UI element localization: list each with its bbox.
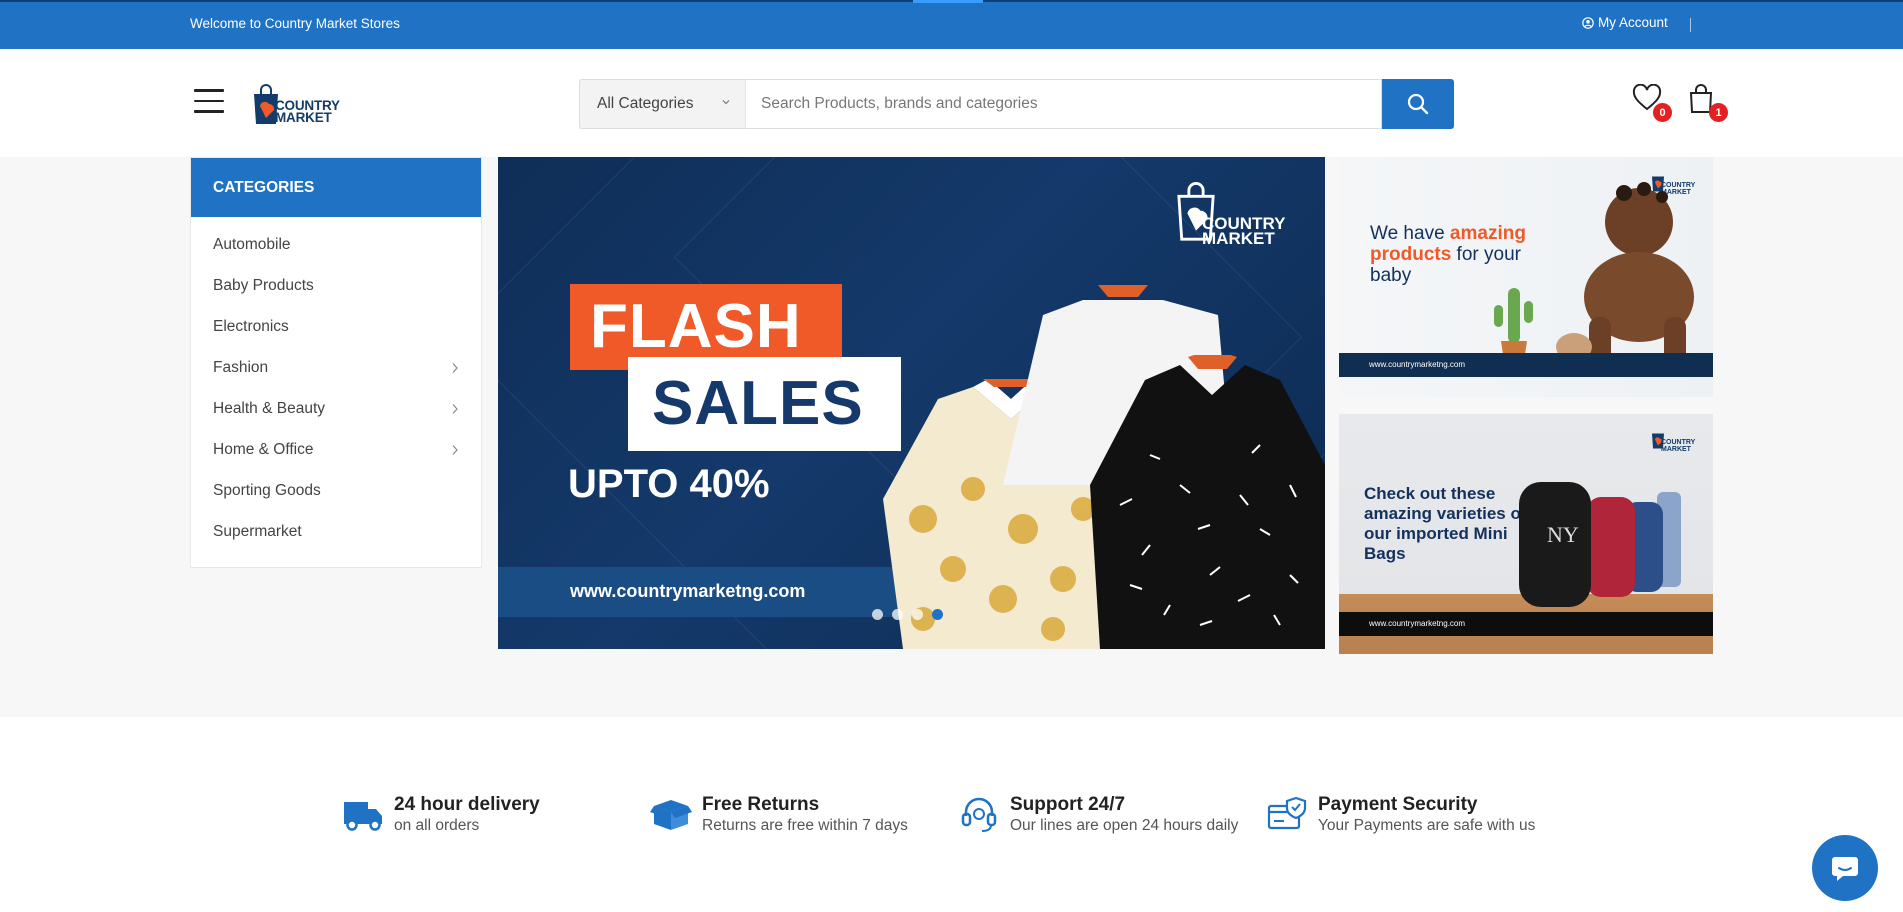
hero-logo-text: COUNTRY MARKET (1202, 215, 1285, 248)
chat-button[interactable] (1812, 835, 1878, 901)
category-label: Baby Products (213, 276, 314, 294)
baby-products-banner[interactable]: COUNTRY MARKET We have amazing products f… (1339, 157, 1713, 397)
category-item-sporting-goods[interactable]: Sporting Goods (191, 470, 481, 511)
feature-delivery: 24 hour delivery on all orders (342, 794, 540, 836)
category-select[interactable]: All Categories (579, 79, 745, 129)
category-item-home-office[interactable]: Home & Office (191, 429, 481, 470)
slider-dot-4[interactable] (932, 609, 943, 620)
feature-title: Support 24/7 (1010, 794, 1126, 815)
feature-subtitle: Our lines are open 24 hours daily (1010, 817, 1239, 834)
category-item-health-beauty[interactable]: Health & Beauty (191, 388, 481, 429)
my-account-link[interactable]: My Account (1582, 15, 1668, 30)
search-bar: All Categories (579, 79, 1454, 129)
hero-url: www.countrymarketng.com (570, 581, 806, 601)
bags-banner-url: www.countrymarketng.com (1339, 612, 1713, 636)
feature-subtitle: on all orders (394, 817, 480, 834)
main-section: CATEGORIES Automobile Baby Products Elec… (0, 157, 1903, 717)
truck-icon (344, 802, 382, 831)
secure-card-icon (1267, 796, 1307, 830)
category-item-electronics[interactable]: Electronics (191, 306, 481, 347)
hero-slider[interactable]: COUNTRY MARKET FLASH SALES UPTO 40% www.… (498, 157, 1325, 649)
search-icon (1407, 93, 1429, 115)
top-bar-accent (913, 0, 983, 3)
slider-dot-1[interactable] (872, 609, 883, 620)
category-item-supermarket[interactable]: Supermarket (191, 511, 481, 552)
feature-support: Support 24/7 Our lines are open 24 hours… (958, 794, 1238, 836)
banner-logo-line1: COUNTRY (1661, 439, 1696, 446)
user-circle-icon (1582, 16, 1594, 29)
wishlist-button[interactable]: 0 (1632, 83, 1672, 122)
svg-text:NY: NY (1547, 522, 1579, 547)
hero-logo: COUNTRY MARKET (1176, 182, 1301, 247)
my-account-label: My Account (1598, 15, 1668, 30)
feature-returns: Free Returns Returns are free within 7 d… (650, 794, 908, 836)
hero-logo-line2: MARKET (1202, 229, 1275, 248)
logo-text: COUNTRY MARKET (275, 99, 340, 125)
category-label: Home & Office (213, 440, 314, 458)
banner-logo: COUNTRY MARKET (1651, 428, 1699, 456)
feature-payment: Payment Security Your Payments are safe … (1266, 794, 1535, 836)
chevron-right-icon (452, 362, 458, 373)
slider-dot-3[interactable] (912, 609, 923, 620)
logo-line2: MARKET (275, 110, 332, 125)
feature-subtitle: Your Payments are safe with us (1318, 817, 1536, 834)
chevron-right-icon (452, 403, 458, 414)
categories-menu: CATEGORIES Automobile Baby Products Elec… (190, 157, 482, 568)
category-item-fashion[interactable]: Fashion (191, 347, 481, 388)
black-patterned-shirt-image (1090, 355, 1325, 649)
header: COUNTRY MARKET All Categories 0 1 (0, 49, 1903, 157)
cart-button[interactable]: 1 (1688, 84, 1728, 122)
category-label: Fashion (213, 358, 269, 376)
backpacks-image: NY (1519, 482, 1681, 607)
category-label: Electronics (213, 317, 289, 335)
wishlist-count-badge: 0 (1653, 103, 1672, 122)
chat-bubble-icon (1832, 857, 1858, 881)
category-label: Health & Beauty (213, 399, 326, 417)
feature-subtitle: Returns are free within 7 days (702, 817, 908, 834)
slider-dot-2[interactable] (892, 609, 903, 620)
category-item-baby-products[interactable]: Baby Products (191, 265, 481, 306)
categories-list: Automobile Baby Products Electronics Fas… (191, 217, 481, 552)
cart-count-badge: 1 (1709, 103, 1728, 122)
feature-title: Free Returns (702, 794, 820, 815)
category-label: Supermarket (213, 522, 302, 540)
cactus-toy-image (1494, 288, 1533, 361)
chevron-down-icon (722, 100, 730, 105)
search-button[interactable] (1382, 79, 1454, 129)
category-select-value: All Categories (597, 95, 694, 112)
feature-title: 24 hour delivery (394, 794, 540, 815)
chevron-right-icon (452, 444, 458, 455)
slider-dots (872, 609, 943, 620)
feature-title: Payment Security (1318, 794, 1478, 815)
search-input[interactable] (745, 79, 1382, 129)
baby-banner-copy: We have amazing products for your baby (1370, 223, 1560, 286)
baby-banner-line1: We have (1370, 223, 1450, 244)
mini-bags-banner[interactable]: COUNTRY MARKET Check out these amazing va… (1339, 414, 1713, 654)
top-bar: Welcome to Country Market Stores My Acco… (0, 0, 1903, 49)
welcome-text: Welcome to Country Market Stores (190, 16, 400, 31)
hero-discount-text: UPTO 40% (568, 462, 770, 506)
category-label: Sporting Goods (213, 481, 321, 499)
site-logo[interactable]: COUNTRY MARKET (248, 76, 348, 128)
headset-icon (961, 797, 997, 832)
features-section: 24 hour delivery on all orders Free Retu… (0, 717, 1903, 912)
hero-sales-text: SALES (628, 357, 901, 451)
box-icon (650, 800, 692, 830)
category-label: Automobile (213, 235, 291, 253)
baby-image (1556, 182, 1694, 367)
banner-logo-line2: MARKET (1661, 446, 1691, 453)
categories-title: CATEGORIES (191, 158, 481, 217)
baby-banner-url: www.countrymarketng.com (1339, 353, 1713, 377)
menu-hamburger-icon[interactable] (194, 89, 224, 113)
top-bar-divider (1690, 18, 1691, 32)
category-item-automobile[interactable]: Automobile (191, 224, 481, 265)
